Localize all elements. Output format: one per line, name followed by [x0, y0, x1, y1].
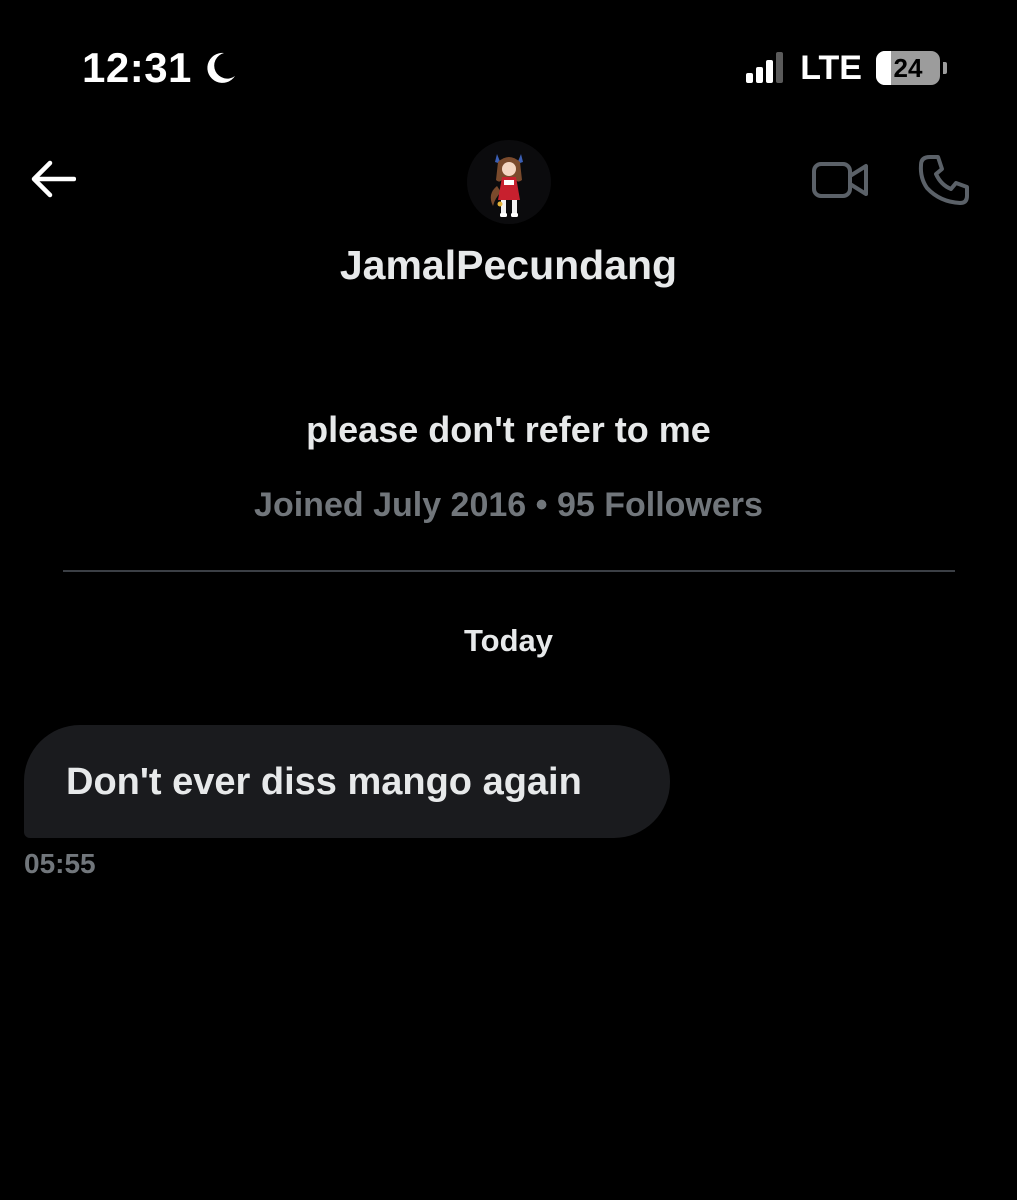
- day-separator: Today: [464, 623, 553, 658]
- status-time-text: 12:31: [82, 44, 192, 91]
- anime-avatar: [467, 140, 551, 224]
- dm-conversation-screen: 12:31 LTE 24 JamalPecundang please don't…: [0, 0, 1017, 1200]
- divider: [63, 570, 955, 572]
- message-text: Don't ever diss mango again: [66, 760, 582, 803]
- avatar[interactable]: [467, 140, 551, 224]
- video-camera-icon: [812, 162, 868, 198]
- back-arrow-icon: [31, 160, 76, 198]
- video-call-button[interactable]: [810, 156, 870, 206]
- status-bar-time: 12:31: [82, 40, 240, 96]
- battery-cap: [943, 62, 947, 74]
- message-timestamp: 05:55: [24, 848, 96, 879]
- network-type-label: LTE: [800, 49, 862, 87]
- moon-icon: [207, 52, 235, 83]
- phone-icon: [918, 155, 969, 205]
- battery-level-fill: [876, 51, 892, 85]
- voice-call-button[interactable]: [916, 152, 972, 208]
- battery-level-text: 24: [893, 53, 923, 83]
- profile-meta: Joined July 2016 • 95 Followers: [254, 486, 763, 524]
- cellular-signal-icon: [746, 52, 784, 83]
- message-bubble[interactable]: Don't ever diss mango again: [24, 725, 670, 838]
- profile-bio: please don't refer to me: [306, 409, 711, 450]
- battery-icon: 24: [876, 51, 940, 85]
- back-button[interactable]: [28, 156, 78, 202]
- status-bar-indicators: LTE 24: [746, 46, 947, 90]
- header-display-name[interactable]: JamalPecundang: [0, 238, 1017, 292]
